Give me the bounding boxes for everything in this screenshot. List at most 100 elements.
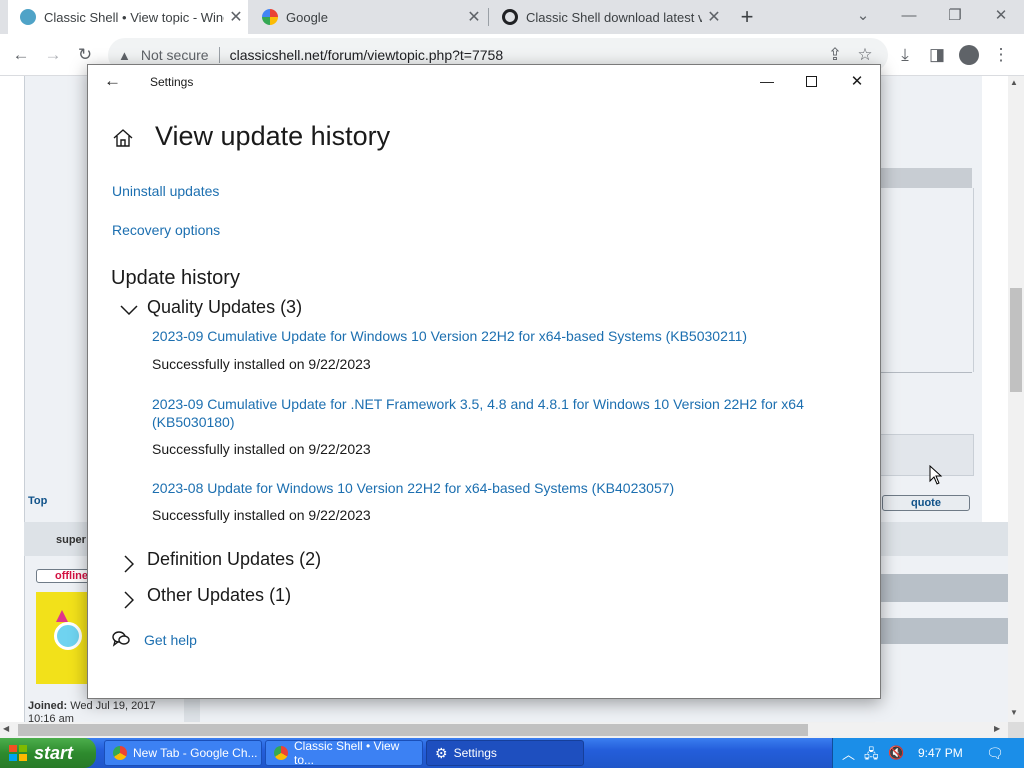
get-help-link[interactable]: Get help [144,632,197,648]
close-browser-icon[interactable]: ✕ [978,0,1024,30]
tab-title: Classic Shell • View topic - Windows 10 … [44,9,224,25]
volume-muted-icon[interactable]: 🔇 [888,745,904,761]
taskbar-item-new-tab[interactable]: New Tab - Google Ch... [104,740,262,766]
other-updates-group-header[interactable]: Other Updates (1) [118,585,378,611]
scrollbar-corner [1008,722,1024,738]
chevron-down-icon [120,305,138,315]
gear-icon: ⚙ [435,744,448,761]
horizontal-scroll-thumb[interactable] [18,724,808,736]
taskbar-item-label: Settings [453,746,497,760]
new-tab-button[interactable]: + [734,4,760,30]
chrome-icon [274,746,288,760]
taskbar-item-settings[interactable]: ⚙ Settings [426,740,584,766]
clock[interactable]: 9:47 PM [918,746,963,760]
network-icon[interactable]: 🖧 [864,745,879,767]
close-tab-icon[interactable]: ✕ [224,7,248,27]
url-text[interactable]: classicshell.net/forum/viewtopic.php?t=7… [230,47,504,63]
user-avatar [36,592,92,684]
taskbar-item-label: Classic Shell • View to... [294,739,400,767]
restore-browser-icon[interactable]: ❐ [932,0,978,30]
tab-classic-shell-view-topic[interactable]: Classic Shell • View topic - Windows 10 … [8,0,248,34]
close-icon[interactable]: ✕ [834,65,880,97]
post-gray-band-1 [878,574,1008,602]
update-history-heading: Update history [111,267,240,289]
definition-updates-group-header[interactable]: Definition Updates (2) [118,549,378,575]
notifications-icon[interactable]: 🗨 [986,745,1004,762]
tab-classic-shell-download[interactable]: Classic Shell download latest version ✕ [490,0,726,34]
profile-avatar-icon[interactable] [956,42,982,68]
tab-title: Google [286,9,328,25]
top-link[interactable]: Top [28,495,47,507]
start-label: start [34,742,74,763]
post-signature [878,434,974,476]
back-arrow-icon[interactable]: ← [8,42,34,68]
post-header-band [878,168,972,188]
page-right-margin [982,76,1008,522]
tab-title: Classic Shell download latest version [526,9,702,25]
tab-google[interactable]: Google ✕ [250,0,486,34]
back-arrow-icon[interactable]: ← [104,71,121,91]
tab-separator [488,8,489,26]
joined-info: Joined: Wed Jul 19, 2017 [28,700,156,712]
mouse-cursor-icon [929,465,943,485]
update-item-kb4023057-link[interactable]: 2023-08 Update for Windows 10 Version 22… [152,480,832,496]
side-panel-icon[interactable]: ◨ [924,42,950,68]
scroll-up-arrow-icon[interactable]: ▲ [1010,78,1018,87]
joined-time: 10:16 am [28,713,74,722]
browser-tab-strip: Classic Shell • View topic - Windows 10 … [0,0,1024,34]
forward-arrow-icon[interactable]: → [40,42,66,68]
tab-search-chevron-icon[interactable]: ⌄ [840,0,886,30]
chevron-right-icon [124,591,134,609]
update-item-kb5030180-link[interactable]: 2023-09 Cumulative Update for .NET Frame… [152,395,832,431]
page-vertical-scrollbar[interactable] [1008,76,1024,722]
post-divider [878,372,972,373]
show-hidden-icons-chevron-icon[interactable]: ︿ [842,744,855,763]
quality-updates-group-header[interactable]: Quality Updates (3) [118,297,358,323]
search-favicon-icon [502,9,518,25]
update-item-status: Successfully installed on 9/22/2023 [152,507,371,523]
post-gray-band-2 [878,618,1008,644]
post-body [878,188,974,372]
warning-triangle-icon: ▲ [118,47,131,63]
quote-label: quote [911,497,941,509]
start-button[interactable]: start [0,738,96,768]
page-title: View update history [155,121,391,151]
minimize-browser-icon[interactable]: — [886,0,932,30]
joined-date: Wed Jul 19, 2017 [70,700,156,712]
scroll-right-arrow-icon[interactable]: ▶ [994,724,1000,733]
browser-menu-icon[interactable]: ⋮ [988,42,1014,68]
chevron-right-icon [124,555,134,573]
group-title: Definition Updates (2) [147,549,322,569]
home-icon[interactable] [112,128,134,148]
address-divider [218,47,220,63]
group-title: Other Updates (1) [147,585,292,605]
recovery-options-link[interactable]: Recovery options [112,222,220,238]
close-tab-icon[interactable]: ✕ [702,7,726,27]
chrome-icon [113,746,127,760]
minimize-icon[interactable]: — [744,65,790,97]
scroll-down-arrow-icon[interactable]: ▼ [1010,708,1018,717]
not-secure-label: Not secure [140,47,209,63]
scroll-left-arrow-icon[interactable]: ◀ [3,724,9,733]
vertical-scroll-thumb[interactable] [1010,288,1022,392]
maximize-icon[interactable] [788,65,834,97]
group-title: Quality Updates (3) [147,297,303,317]
close-tab-icon[interactable]: ✕ [462,7,486,27]
uninstall-updates-link[interactable]: Uninstall updates [112,183,219,199]
taskbar-item-classic-shell[interactable]: Classic Shell • View to... [265,739,423,767]
quote-button[interactable]: quote [882,495,970,511]
classic-shell-favicon-icon [20,9,36,25]
settings-window: ← Settings — ✕ View update history Unins… [87,64,881,699]
window-title: Settings [150,75,194,89]
chat-help-icon [112,631,130,647]
download-icon[interactable]: ⤓ [892,42,918,68]
joined-label: Joined: [28,700,68,712]
profile-column-edge [184,697,200,722]
update-item-status: Successfully installed on 9/22/2023 [152,441,371,457]
google-favicon-icon [262,9,278,25]
update-item-kb5030211-link[interactable]: 2023-09 Cumulative Update for Windows 10… [152,328,832,344]
windows-flag-icon [9,745,27,761]
post-author-name[interactable]: super [56,534,86,546]
taskbar-item-label: New Tab - Google Ch... [133,746,258,760]
update-item-status: Successfully installed on 9/22/2023 [152,356,371,372]
